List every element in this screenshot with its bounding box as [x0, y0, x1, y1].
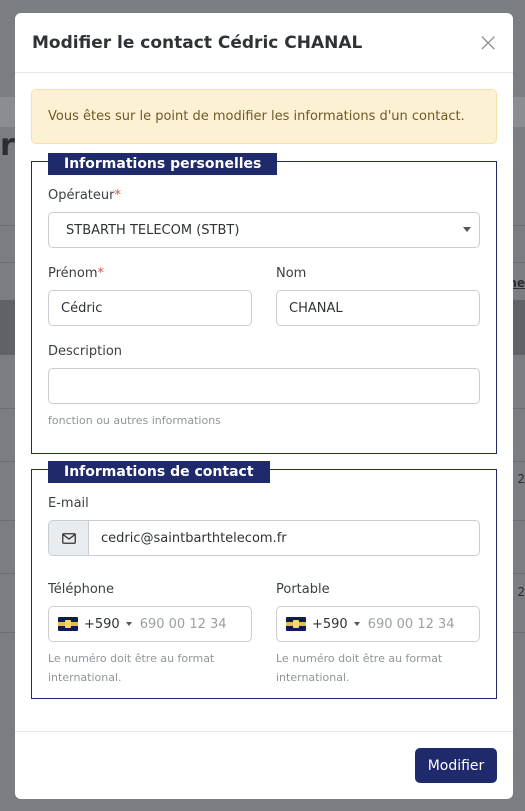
envelope-icon	[48, 520, 88, 556]
description-input[interactable]	[48, 368, 480, 404]
operator-label: Opérateur*	[48, 188, 121, 203]
operator-value: STBARTH TELECOM (STBT)	[66, 222, 240, 238]
chevron-down-icon[interactable]	[125, 622, 132, 626]
mobile-field: +590 690 00 12 34	[276, 606, 480, 642]
email-input[interactable]: cedric@saintbarthtelecom.fr	[88, 520, 480, 556]
personal-info-legend: Informations personelles	[48, 153, 278, 175]
mobile-dial-code[interactable]: +590	[312, 617, 348, 632]
email-label: E-mail	[48, 496, 89, 511]
modal-title: Modifier le contact Cédric CHANAL	[32, 32, 363, 53]
phone-field: +590 690 00 12 34	[48, 606, 252, 642]
phone-label: Téléphone	[48, 582, 115, 597]
phone-input[interactable]: 690 00 12 34	[140, 617, 227, 632]
personal-info-fieldset: Informations personelles Opérateur* STBA…	[31, 153, 497, 454]
lastname-label: Nom	[276, 266, 307, 281]
contact-info-legend: Informations de contact	[48, 461, 270, 483]
modal-footer: Modifier	[15, 731, 513, 799]
phone-help-text: Le numéro doit être au format internatio…	[48, 652, 215, 684]
operator-select[interactable]: STBARTH TELECOM (STBT)	[48, 212, 480, 248]
background-text-fragment: 2	[517, 585, 525, 599]
modal-header: Modifier le contact Cédric CHANAL ×	[15, 13, 513, 73]
background-text-fragment: 2	[517, 472, 525, 486]
lastname-input[interactable]: CHANAL	[276, 290, 480, 326]
chevron-down-icon[interactable]	[353, 622, 360, 626]
mobile-label: Portable	[276, 582, 330, 597]
description-help-text: fonction ou autres informations	[48, 414, 221, 427]
edit-contact-modal: Modifier le contact Cédric CHANAL × Vous…	[15, 13, 513, 799]
background-heading-fragment: r	[0, 128, 15, 163]
phone-dial-code[interactable]: +590	[84, 617, 120, 632]
description-label: Description	[48, 344, 123, 359]
contact-info-fieldset: Informations de contact E-mail cedric@sa…	[31, 461, 497, 699]
modal-body: Vous êtes sur le point de modifier les i…	[15, 73, 513, 699]
mobile-help-text: Le numéro doit être au format internatio…	[276, 652, 443, 684]
flag-icon[interactable]	[286, 617, 306, 631]
firstname-input[interactable]: Cédric	[48, 290, 252, 326]
close-icon[interactable]: ×	[477, 30, 499, 56]
chevron-down-icon	[463, 227, 471, 232]
mobile-input[interactable]: 690 00 12 34	[368, 617, 455, 632]
flag-icon[interactable]	[58, 617, 78, 631]
firstname-label: Prénom*	[48, 266, 105, 281]
email-field: cedric@saintbarthtelecom.fr	[48, 520, 480, 556]
warning-alert: Vous êtes sur le point de modifier les i…	[31, 89, 497, 144]
modify-button[interactable]: Modifier	[415, 748, 497, 783]
